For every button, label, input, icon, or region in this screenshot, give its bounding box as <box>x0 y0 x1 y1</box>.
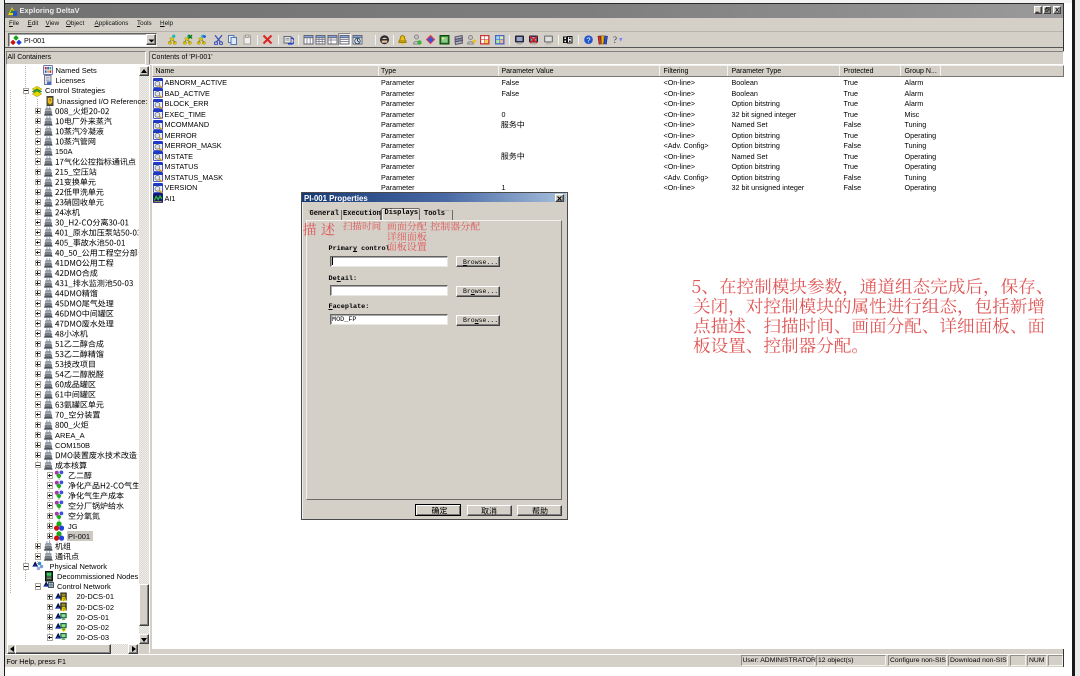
svg-text:?: ? <box>613 35 617 45</box>
svg-text:?: ? <box>586 35 590 44</box>
